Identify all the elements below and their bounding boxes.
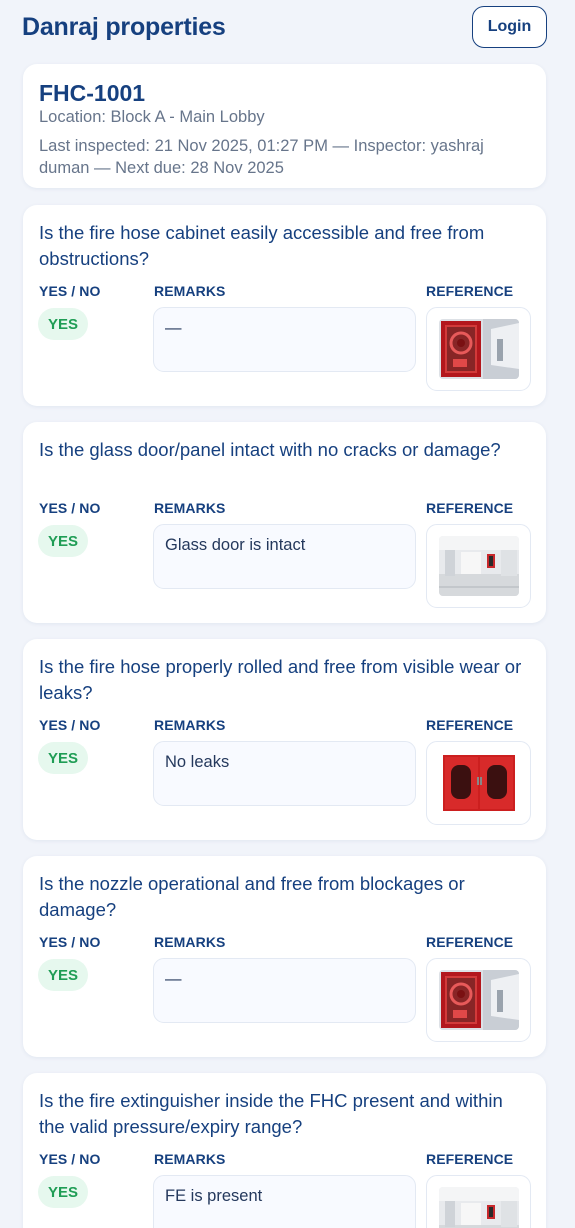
remarks-label: REMARKS — [154, 934, 226, 950]
login-button[interactable]: Login — [472, 6, 547, 48]
remarks-box: — — [153, 958, 416, 1023]
reference-label: REFERENCE — [426, 283, 514, 299]
remarks-label: REMARKS — [154, 1151, 226, 1167]
column-labels: YES / NO REMARKS REFERENCE — [39, 934, 530, 952]
reference-photo[interactable] — [426, 958, 531, 1042]
question-text: Is the fire extinguisher inside the FHC … — [39, 1090, 503, 1137]
remarks-box: FE is present — [153, 1175, 416, 1228]
asset-id: FHC-1001 — [39, 80, 146, 106]
yes-no-label: YES / NO — [39, 934, 101, 950]
yes-no-label: YES / NO — [39, 283, 101, 299]
remarks-label: REMARKS — [154, 500, 226, 516]
red-cabinet-image — [438, 753, 519, 813]
remarks-label: REMARKS — [154, 283, 226, 299]
cabinet-corridor-image — [438, 319, 519, 379]
reference-photo[interactable] — [426, 741, 531, 825]
answer-badge: YES — [38, 1176, 88, 1208]
reference-label: REFERENCE — [426, 717, 514, 733]
remarks-box: No leaks — [153, 741, 416, 806]
question-text: Is the glass door/panel intact with no c… — [39, 439, 501, 460]
inspection-page: Danraj properties Login FHC-1001 Locatio… — [0, 0, 575, 1228]
cabinet-corridor-image — [438, 970, 519, 1030]
asset-location: Location: Block A - Main Lobby — [39, 108, 265, 126]
column-labels: YES / NO REMARKS REFERENCE — [39, 283, 530, 301]
checklist-item: Is the fire extinguisher inside the FHC … — [23, 1073, 546, 1228]
question-text: Is the fire hose cabinet easily accessib… — [39, 222, 485, 269]
inspection-meta: Last inspected: 21 Nov 2025, 01:27 PM — … — [39, 137, 484, 177]
yes-no-label: YES / NO — [39, 717, 101, 733]
column-labels: YES / NO REMARKS REFERENCE — [39, 500, 530, 518]
answer-badge: YES — [38, 525, 88, 557]
brand-title: Danraj properties — [22, 13, 226, 41]
remarks-box: — — [153, 307, 416, 372]
checklist-item: Is the fire hose cabinet easily accessib… — [23, 205, 546, 406]
checklist-item: Is the fire hose properly rolled and fre… — [23, 639, 546, 840]
reference-photo[interactable] — [426, 307, 531, 391]
lobby-cabinet-image — [438, 536, 519, 596]
reference-label: REFERENCE — [426, 500, 514, 516]
column-labels: YES / NO REMARKS REFERENCE — [39, 1151, 530, 1169]
checklist-item: Is the glass door/panel intact with no c… — [23, 422, 546, 623]
reference-label: REFERENCE — [426, 1151, 514, 1167]
top-bar: Danraj properties Login — [22, 6, 547, 48]
asset-summary-card: FHC-1001 Location: Block A - Main Lobby … — [23, 64, 546, 188]
reference-photo[interactable] — [426, 524, 531, 608]
answer-badge: YES — [38, 959, 88, 991]
remarks-label: REMARKS — [154, 717, 226, 733]
column-labels: YES / NO REMARKS REFERENCE — [39, 717, 530, 735]
yes-no-label: YES / NO — [39, 1151, 101, 1167]
checklist-item: Is the nozzle operational and free from … — [23, 856, 546, 1057]
reference-photo[interactable] — [426, 1175, 531, 1228]
question-text: Is the nozzle operational and free from … — [39, 873, 465, 920]
reference-label: REFERENCE — [426, 934, 514, 950]
answer-badge: YES — [38, 308, 88, 340]
answer-badge: YES — [38, 742, 88, 774]
question-text: Is the fire hose properly rolled and fre… — [39, 656, 522, 703]
yes-no-label: YES / NO — [39, 500, 101, 516]
remarks-box: Glass door is intact — [153, 524, 416, 589]
lobby-cabinet-image — [438, 1187, 519, 1228]
